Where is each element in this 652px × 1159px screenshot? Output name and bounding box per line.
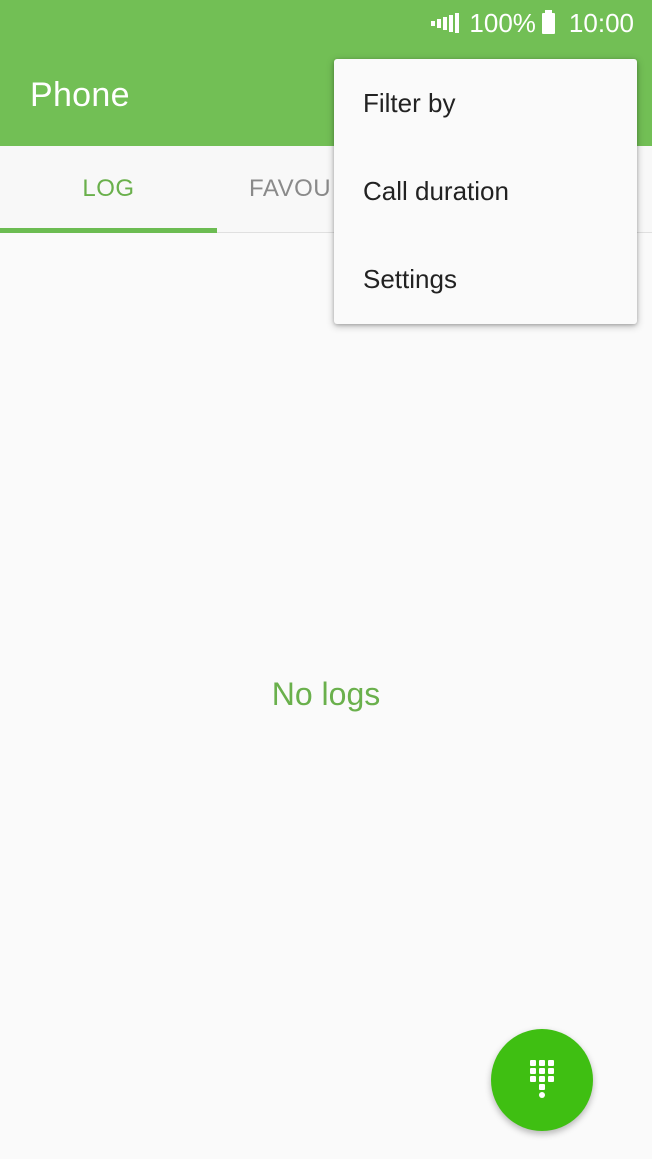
dialpad-icon — [527, 1060, 557, 1100]
signal-icon — [431, 13, 460, 33]
status-bar: 100% 10:00 — [0, 0, 652, 46]
empty-state-message: No logs — [271, 676, 381, 712]
status-time: 10:00 — [568, 7, 634, 38]
phone-screen: 100% 10:00 Phone LOG FAVOU No logs Filte… — [0, 0, 652, 1159]
menu-item-settings[interactable]: Settings — [334, 235, 637, 323]
battery-icon — [541, 9, 555, 34]
menu-item-call-duration[interactable]: Call duration — [334, 147, 637, 235]
dialpad-button[interactable] — [491, 1029, 593, 1131]
menu-item-filter-by[interactable]: Filter by — [334, 59, 637, 147]
battery-percent: 100% — [469, 7, 536, 38]
overflow-menu: Filter by Call duration Settings — [334, 59, 637, 324]
tab-log[interactable]: LOG — [0, 146, 217, 233]
page-title: Phone — [30, 76, 130, 114]
